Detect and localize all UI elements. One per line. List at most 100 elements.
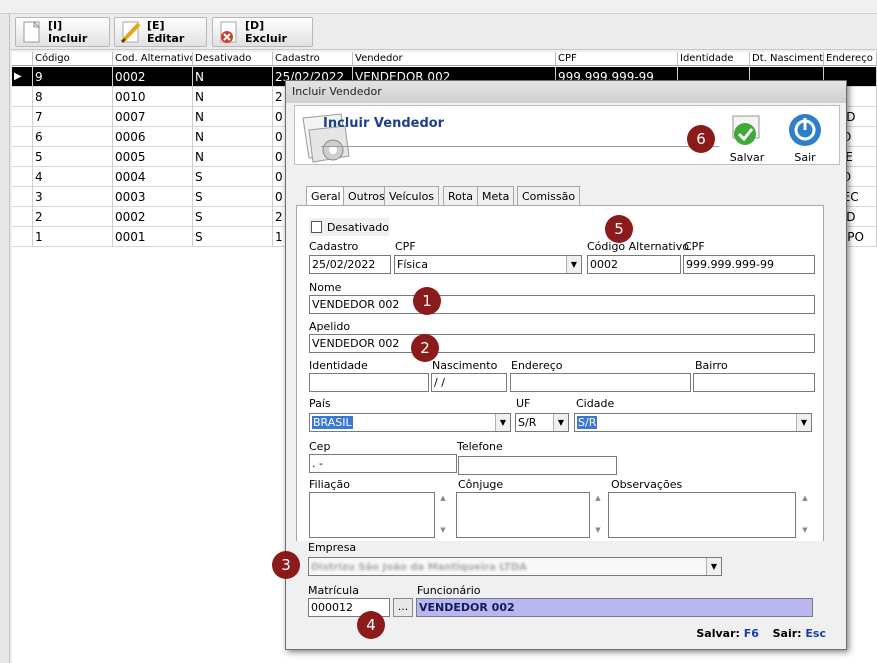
observacoes-label: Observações <box>611 478 683 491</box>
salvar-label: Salvar <box>729 151 765 164</box>
col-cod-alternativo[interactable]: Cod. Alternativo <box>113 52 193 66</box>
tab-geral[interactable]: Geral <box>306 186 346 206</box>
cpf-label: CPF <box>684 240 705 253</box>
chevron-down-icon[interactable]: ▼ <box>796 414 811 431</box>
uf-select[interactable]: S/R ▼ <box>515 413 569 432</box>
identidade-field[interactable] <box>309 373 429 392</box>
funcionario-field[interactable]: VENDEDOR 002 <box>416 598 813 617</box>
col-cpf[interactable]: CPF <box>556 52 678 66</box>
cod-alt-label: Código Alternativo <box>587 240 689 253</box>
empresa-select[interactable]: Distrizu São João da Mantiqueira LTDA ▼ <box>308 557 722 576</box>
incluir-label: [I] Incluir <box>48 19 88 45</box>
col-endereco[interactable]: Endereço <box>824 52 877 66</box>
col-vendedor[interactable]: Vendedor <box>353 52 556 66</box>
cpf-field[interactable]: 999.999.999-99 <box>683 255 815 274</box>
cell-codigo: 7 <box>33 107 113 127</box>
cell-codigo: 6 <box>33 127 113 147</box>
annotation-badge-3: 3 <box>272 551 300 579</box>
cpf-tipo-select[interactable]: Física ▼ <box>394 255 582 274</box>
cell-cod-alternativo: 0001 <box>113 227 193 247</box>
funcionario-label: Funcionário <box>417 584 481 597</box>
uf-value: S/R <box>518 416 537 429</box>
tab-veiculos[interactable]: Veículos <box>384 186 440 206</box>
grid-header: Código Cod. Alternativo Desativado Cadas… <box>12 52 877 66</box>
annotation-badge-1: 1 <box>413 287 441 315</box>
filiacao-memo[interactable] <box>309 492 435 538</box>
scroll-down-icon[interactable]: ▼ <box>593 526 603 534</box>
sair-button[interactable]: Sair <box>785 112 825 164</box>
cidade-select[interactable]: S/R ▼ <box>574 413 812 432</box>
cell-desativado: N <box>193 87 273 107</box>
salvar-button[interactable]: Salvar <box>725 112 769 164</box>
col-identidade[interactable]: Identidade <box>678 52 750 66</box>
endereco-field[interactable] <box>510 373 691 392</box>
cell-desativado: N <box>193 147 273 167</box>
incluir-button[interactable]: [I] Incluir <box>15 17 110 47</box>
pais-value: BRASIL <box>312 416 353 429</box>
apelido-field[interactable]: VENDEDOR 002 <box>309 334 815 353</box>
endereco-label: Endereço <box>511 359 563 372</box>
desativado-label: Desativado <box>326 220 389 234</box>
cidade-label: Cidade <box>576 397 615 410</box>
bairro-field[interactable] <box>693 373 815 392</box>
desativado-checkbox[interactable]: Desativado <box>309 218 389 236</box>
col-dt-nascimento[interactable]: Dt. Nascimento <box>750 52 824 66</box>
checkbox-box <box>311 221 322 233</box>
status-sair-label: Sair: <box>772 627 802 640</box>
conjuge-memo[interactable] <box>456 492 590 538</box>
row-indicator <box>12 227 33 247</box>
scroll-down-icon[interactable]: ▼ <box>800 526 810 534</box>
left-bar <box>0 14 10 663</box>
row-pointer-icon: ▶ <box>12 67 33 87</box>
matricula-lookup-button[interactable]: ... <box>393 598 413 617</box>
scroll-down-icon[interactable]: ▼ <box>438 526 448 534</box>
pais-select[interactable]: BRASIL ▼ <box>309 413 511 432</box>
scroll-up-icon[interactable]: ▲ <box>800 494 810 502</box>
apelido-label: Apelido <box>309 320 351 333</box>
nome-field[interactable]: VENDEDOR 002 <box>309 295 815 314</box>
observacoes-memo[interactable] <box>608 492 796 538</box>
cidade-value: S/R <box>577 416 598 429</box>
status-salvar-key: F6 <box>743 627 759 640</box>
cod-alt-field[interactable]: 0002 <box>587 255 681 274</box>
tab-outros[interactable]: Outros <box>343 186 390 206</box>
identidade-label: Identidade <box>309 359 368 372</box>
tab-comissao[interactable]: Comissão <box>517 186 581 206</box>
cell-desativado: S <box>193 167 273 187</box>
col-codigo[interactable]: Código <box>33 52 113 66</box>
pais-label: País <box>309 397 331 410</box>
row-indicator <box>12 107 33 127</box>
pencil-icon <box>119 20 143 44</box>
telefone-label: Telefone <box>457 440 503 453</box>
empresa-label: Empresa <box>308 541 357 554</box>
cell-cod-alternativo: 0006 <box>113 127 193 147</box>
matricula-label: Matrícula <box>308 584 359 597</box>
cell-codigo: 8 <box>33 87 113 107</box>
chevron-down-icon[interactable]: ▼ <box>566 256 581 273</box>
cep-field[interactable]: . - <box>309 454 457 473</box>
chevron-down-icon[interactable]: ▼ <box>706 558 721 575</box>
status-salvar-label: Salvar: <box>696 627 740 640</box>
nascimento-field[interactable]: / / <box>431 373 507 392</box>
filiacao-label: Filiação <box>309 478 350 491</box>
tab-rota[interactable]: Rota <box>443 186 478 206</box>
cell-codigo: 3 <box>33 187 113 207</box>
cell-cod-alternativo: 0010 <box>113 87 193 107</box>
col-desativado[interactable]: Desativado <box>193 52 273 66</box>
col-cadastro[interactable]: Cadastro <box>273 52 353 66</box>
tab-meta[interactable]: Meta <box>477 186 515 206</box>
telefone-field[interactable] <box>458 456 617 475</box>
toolbar: [I] Incluir [E] Editar [D] Excluir <box>10 14 877 50</box>
scroll-up-icon[interactable]: ▲ <box>593 494 603 502</box>
annotation-badge-2: 2 <box>411 334 439 362</box>
cell-cod-alternativo: 0004 <box>113 167 193 187</box>
incluir-vendedor-dialog: Incluir Vendedor Incluir Vendedor Salvar… <box>285 80 847 650</box>
chevron-down-icon[interactable]: ▼ <box>553 414 568 431</box>
header-divider <box>321 146 719 147</box>
cadastro-field[interactable]: 25/02/2022 <box>309 255 391 274</box>
excluir-button[interactable]: [D] Excluir <box>212 17 313 47</box>
scroll-up-icon[interactable]: ▲ <box>438 494 448 502</box>
editar-button[interactable]: [E] Editar <box>114 17 207 47</box>
power-icon <box>785 114 825 151</box>
chevron-down-icon[interactable]: ▼ <box>495 414 510 431</box>
